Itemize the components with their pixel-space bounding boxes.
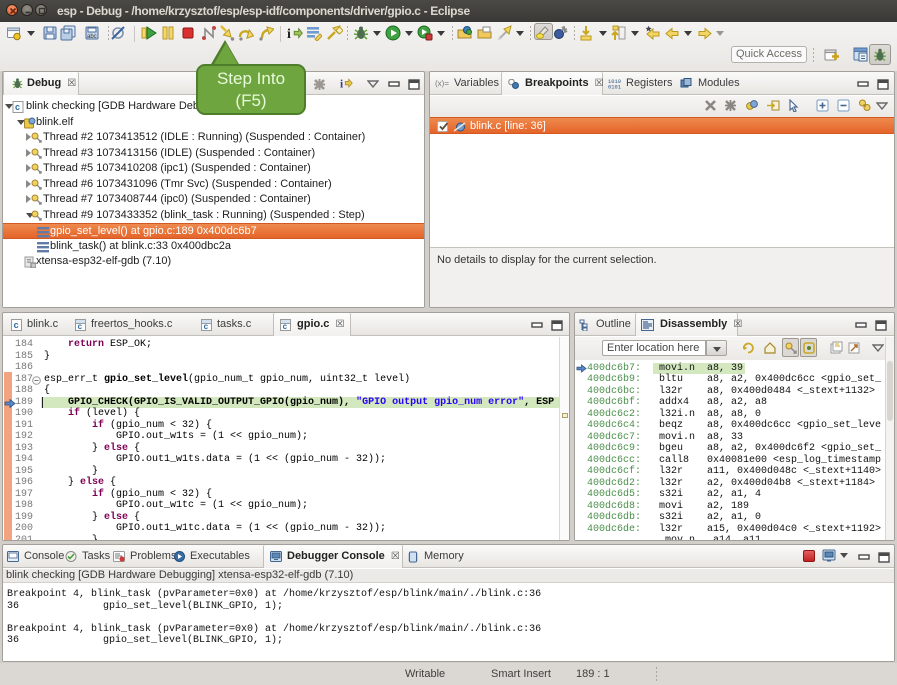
svg-text:c: c	[78, 322, 83, 331]
svg-text:abc: abc	[87, 34, 97, 40]
svg-text:c: c	[283, 322, 288, 331]
svg-text:c: c	[204, 322, 209, 331]
svg-text:i: i	[287, 27, 291, 41]
svg-text:c: c	[15, 102, 20, 112]
svg-text:i: i	[340, 79, 343, 91]
svg-text:0101: 0101	[608, 84, 621, 89]
svg-text:c: c	[14, 320, 19, 330]
svg-text:(x)=: (x)=	[435, 79, 449, 88]
